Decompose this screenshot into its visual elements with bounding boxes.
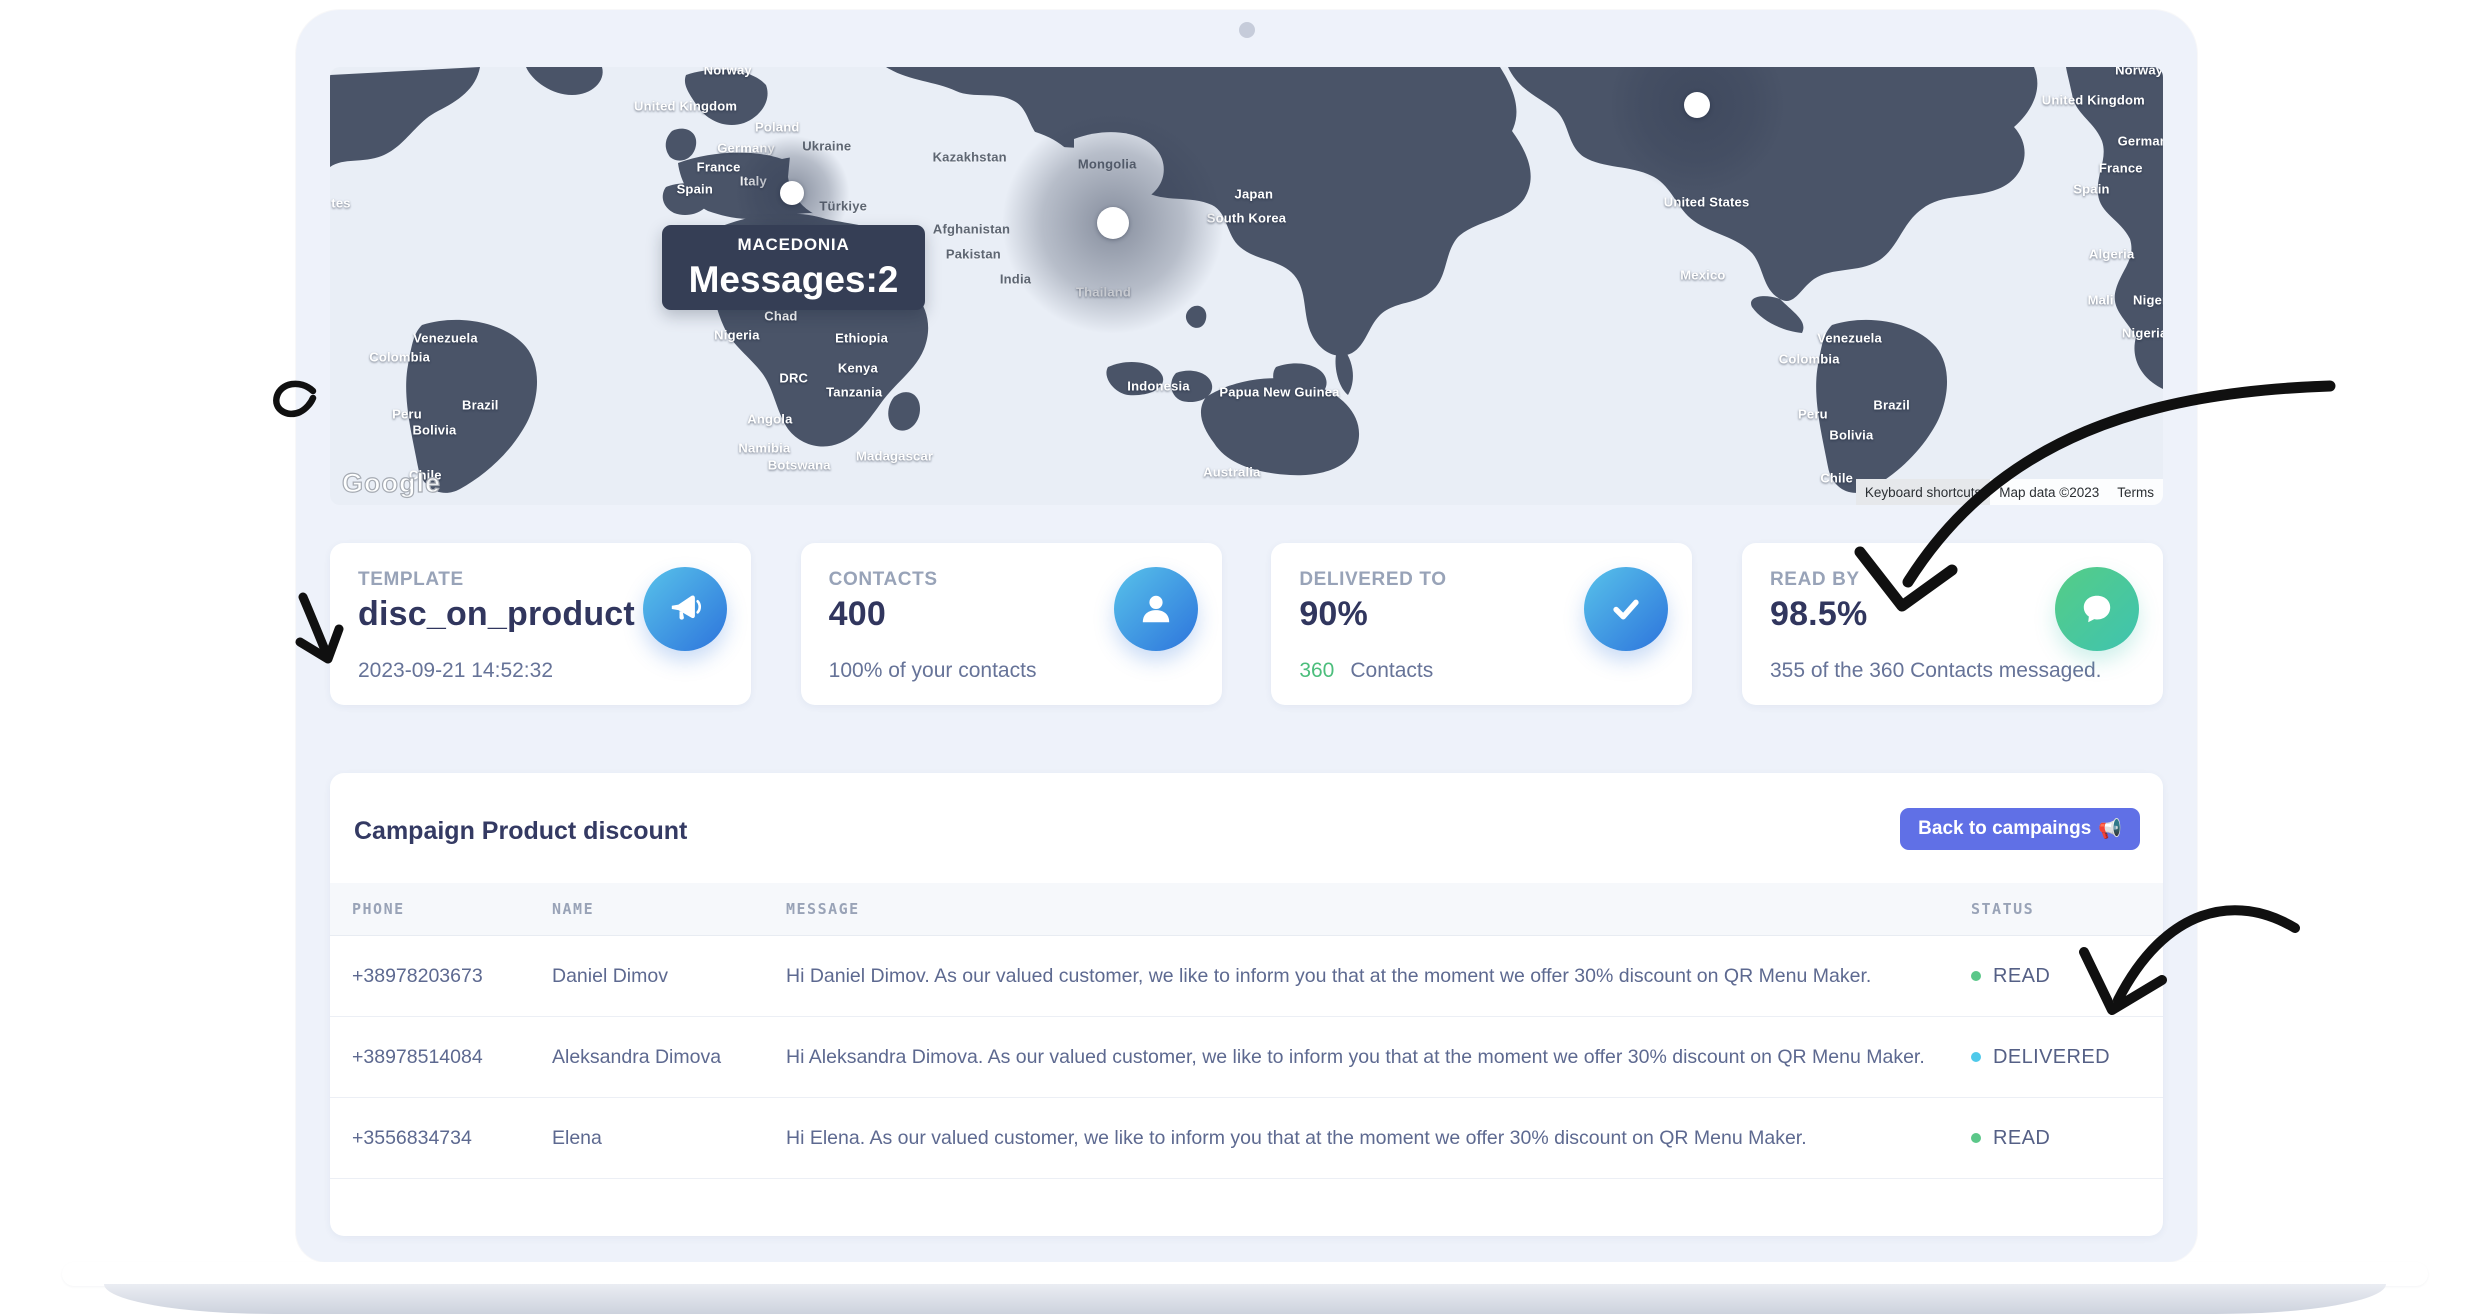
person-icon	[1114, 567, 1198, 651]
back-button-label: Back to campaings	[1918, 818, 2091, 840]
tooltip-messages: Messages:2	[689, 259, 899, 301]
tooltip-region: MACEDONIA	[737, 235, 849, 255]
cell-status: READ	[1971, 1127, 2163, 1150]
cell-message: Hi Daniel Dimov. As our valued customer,…	[786, 965, 1971, 988]
status-dot	[1971, 971, 1981, 981]
campaign-panel: Campaign Product discount Back to campai…	[330, 773, 2163, 1236]
stat-subtext: 2023-09-21 14:52:32	[358, 659, 553, 683]
stat-value: disc_on_product	[358, 595, 635, 634]
stat-subtext-main: 100% of your contacts	[829, 659, 1037, 682]
stat-value: 400	[829, 595, 886, 634]
stat-label: TEMPLATE	[358, 569, 464, 591]
terms-link[interactable]: Terms	[2108, 479, 2163, 505]
cell-phone: +3556834734	[330, 1127, 552, 1150]
stat-value: 90%	[1299, 595, 1368, 634]
column-header-name: NAME	[552, 900, 786, 918]
cell-status: READ	[1971, 965, 2163, 988]
megaphone-icon	[643, 567, 727, 651]
map-tooltip: MACEDONIA Messages:2	[662, 225, 925, 310]
stat-subtext: 355 of the 360 Contacts messaged.	[1770, 659, 2102, 683]
stat-card: READ BY 98.5% 355 of the 360 Contacts me…	[1742, 543, 2163, 705]
stat-label: READ BY	[1770, 569, 1860, 591]
status-dot	[1971, 1052, 1981, 1062]
cell-message: Hi Aleksandra Dimova. As our valued cust…	[786, 1046, 1971, 1069]
map-data-label: Map data ©2023	[1990, 479, 2108, 505]
stat-value: 98.5%	[1770, 595, 1867, 634]
laptop-base-bottom	[104, 1284, 2386, 1314]
map-marker-asia[interactable]	[1097, 207, 1129, 239]
status-dot	[1971, 1133, 1981, 1143]
check-icon	[1584, 567, 1668, 651]
stat-label: DELIVERED TO	[1299, 569, 1446, 591]
cell-name: Daniel Dimov	[552, 965, 786, 988]
table-row: +3556834734 Elena Hi Elena. As our value…	[330, 1098, 2163, 1179]
stat-subtext: 100% of your contacts	[829, 659, 1037, 683]
cell-message: Hi Elena. As our valued customer, we lik…	[786, 1127, 1971, 1150]
campaign-panel-header: Campaign Product discount Back to campai…	[330, 773, 2163, 883]
stat-subtext: 360 Contacts	[1299, 659, 1433, 683]
status-text: DELIVERED	[1993, 1046, 2110, 1069]
map-landmass	[330, 67, 2163, 505]
stat-subtext-main: 355 of the 360 Contacts messaged.	[1770, 659, 2102, 682]
keyboard-shortcuts-link[interactable]: Keyboard shortcuts	[1856, 479, 1990, 505]
stat-subtext-main: Contacts	[1350, 659, 1433, 682]
map-marker-canada[interactable]	[1684, 92, 1710, 118]
table-row: +38978203673 Daniel Dimov Hi Daniel Dimo…	[330, 936, 2163, 1017]
cell-phone: +38978514084	[330, 1046, 552, 1069]
map-attribution: Keyboard shortcuts Map data ©2023 Terms	[1856, 479, 2163, 505]
stat-subtext-highlight: 360	[1299, 659, 1334, 682]
map-marker-europe[interactable]	[780, 181, 804, 205]
stat-card: TEMPLATE disc_on_product 2023-09-21 14:5…	[330, 543, 751, 705]
stats-row: TEMPLATE disc_on_product 2023-09-21 14:5…	[330, 543, 2163, 705]
cell-status: DELIVERED	[1971, 1046, 2163, 1069]
stat-label: CONTACTS	[829, 569, 938, 591]
cell-name: Elena	[552, 1127, 786, 1150]
laptop-base-top	[62, 1262, 2428, 1286]
back-to-campaigns-button[interactable]: Back to campaings 📢	[1900, 808, 2140, 850]
cell-phone: +38978203673	[330, 965, 552, 988]
google-logo[interactable]: Google	[342, 468, 441, 499]
column-header-phone: PHONE	[330, 900, 552, 918]
table-row: +38978514084 Aleksandra Dimova Hi Aleksa…	[330, 1017, 2163, 1098]
camera-dot	[1239, 22, 1255, 38]
status-text: READ	[1993, 1127, 2050, 1150]
column-header-status: STATUS	[1971, 900, 2163, 918]
megaphone-emoji-icon: 📢	[2098, 817, 2122, 841]
stat-card: DELIVERED TO 90% 360 Contacts	[1271, 543, 1692, 705]
status-text: READ	[1993, 965, 2050, 988]
chat-icon	[2055, 567, 2139, 651]
stat-subtext-main: 2023-09-21 14:52:32	[358, 659, 553, 682]
world-map[interactable]: NorwayUnited KingdomPolandGermanyUkraine…	[330, 67, 2163, 505]
table-body: +38978203673 Daniel Dimov Hi Daniel Dimo…	[330, 936, 2163, 1179]
table-header-row: PHONE NAME MESSAGE STATUS	[330, 883, 2163, 936]
column-header-message: MESSAGE	[786, 900, 1971, 918]
cell-name: Aleksandra Dimova	[552, 1046, 786, 1069]
stat-card: CONTACTS 400 100% of your contacts	[801, 543, 1222, 705]
laptop-screen: NorwayUnited KingdomPolandGermanyUkraine…	[296, 10, 2197, 1262]
campaign-title: Campaign Product discount	[354, 817, 687, 846]
